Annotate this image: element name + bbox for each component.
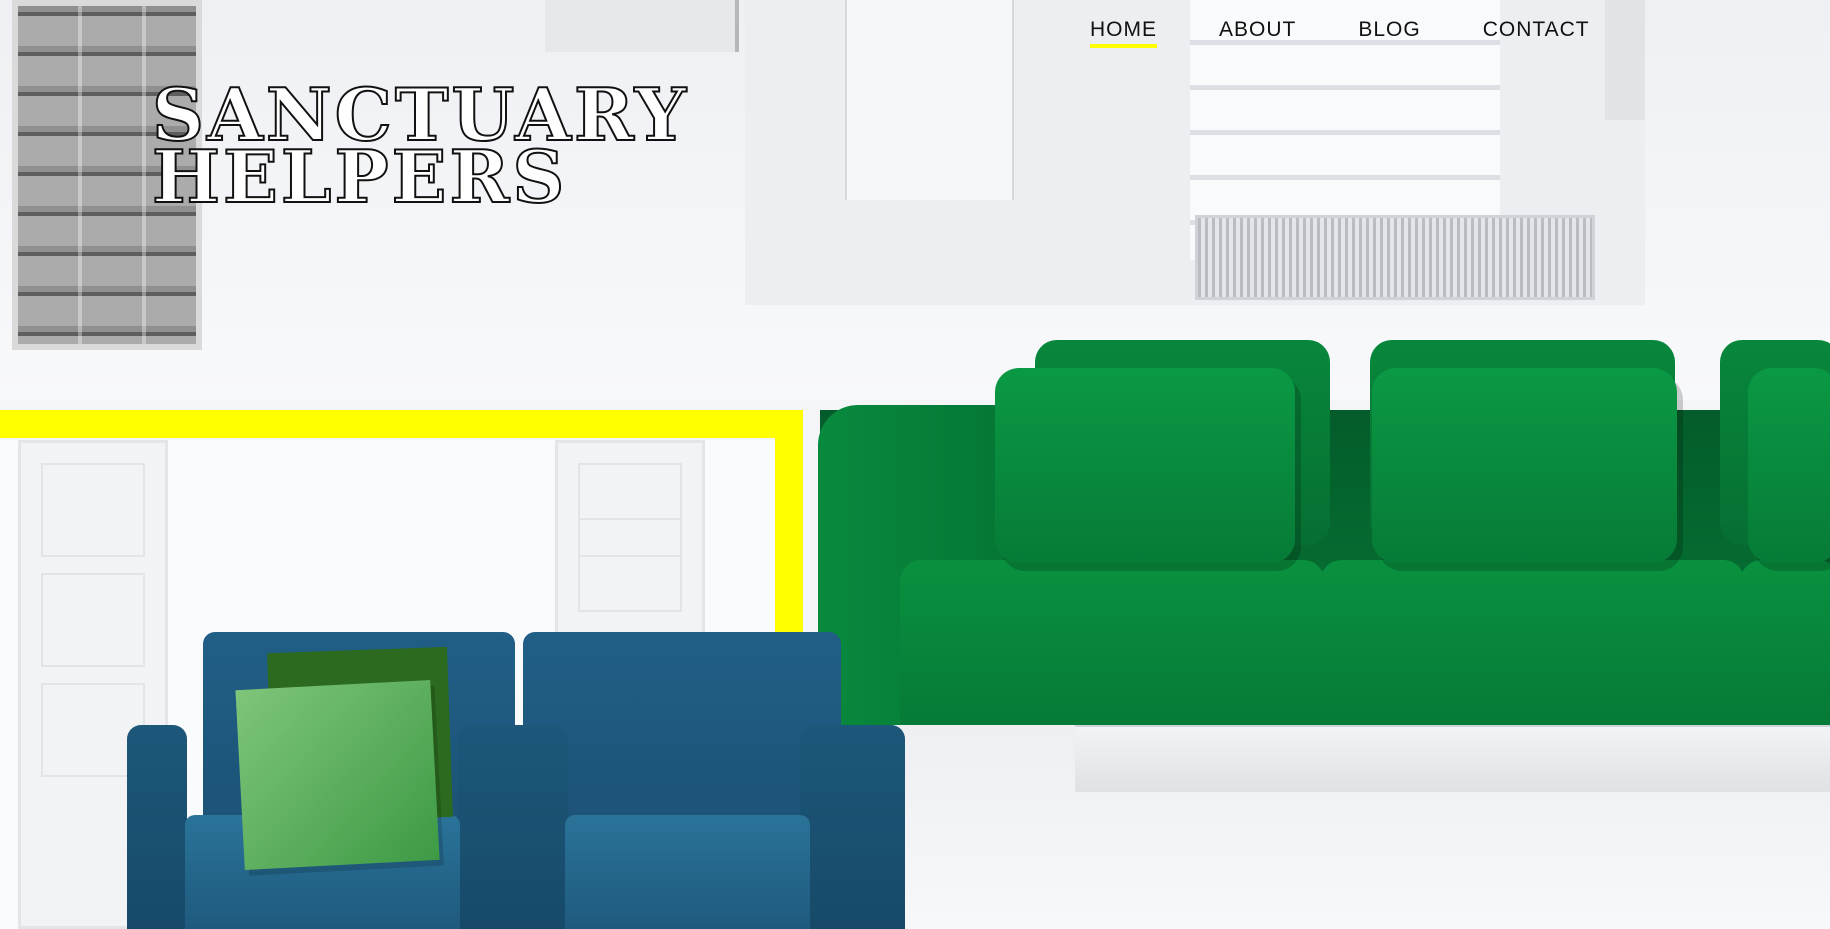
alcove-panel <box>845 0 1014 200</box>
sofa-seat-cushion <box>1740 560 1830 725</box>
armchair-arm <box>127 725 187 929</box>
armchair-arm <box>458 725 568 929</box>
radiator-grill <box>1195 215 1595 300</box>
armchair-seat <box>565 815 810 929</box>
nav-link-home[interactable]: HOME <box>1090 18 1157 48</box>
sofa-seat-cushion <box>1320 560 1745 725</box>
sofa-seat-cushion <box>900 560 1325 725</box>
armchair-arm <box>800 725 905 929</box>
nav-link-blog[interactable]: BLOG <box>1358 18 1420 48</box>
site-logo[interactable]: SANCTUARY HELPERS <box>151 78 689 214</box>
sofa-pillow <box>1748 368 1830 563</box>
nav-link-contact[interactable]: CONTACT <box>1483 18 1590 48</box>
sofa-pillow <box>995 368 1295 563</box>
sofa-pillow <box>1372 368 1677 563</box>
sofa-base-frame <box>1075 725 1830 792</box>
ceiling-box <box>545 0 739 52</box>
main-nav: HOME ABOUT BLOG CONTACT <box>1090 18 1590 48</box>
armchair-pillow <box>235 680 440 870</box>
wall-panel <box>1605 0 1645 120</box>
nav-link-about[interactable]: ABOUT <box>1219 18 1296 48</box>
accent-frame <box>0 410 803 635</box>
